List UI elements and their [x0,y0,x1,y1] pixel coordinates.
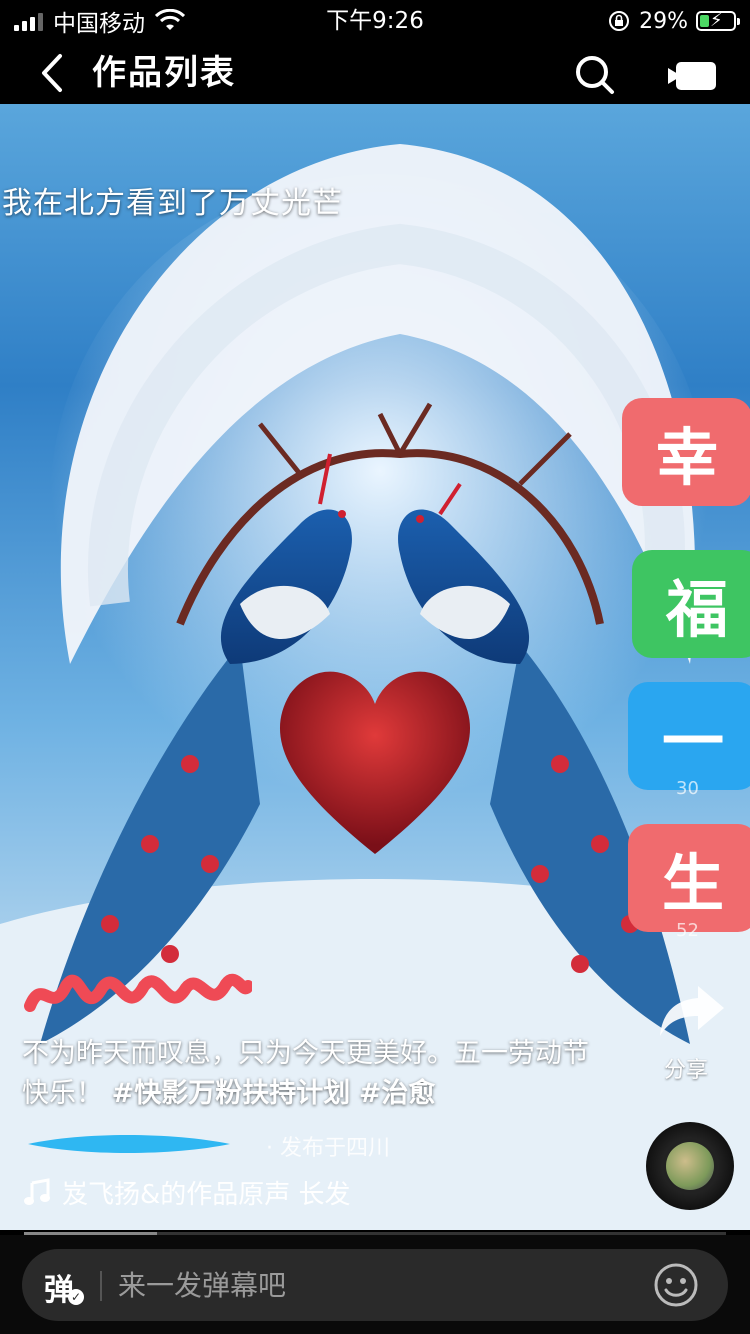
status-bar: 中国移动 下午9:26 29% ⚡ [0,0,750,42]
post-description: 不为昨天而叹息，只为今天更美好。五一劳动节快乐！ #快影万粉扶持计划 #治愈 [22,1034,602,1114]
video-player[interactable]: 我在北方看到了万丈光芒 幸 福 一 30 生 52 分享 不为昨天而叹息，只为今… [0,104,750,1230]
publish-location: · 发布于四川 [266,1136,390,1161]
fu-button-4[interactable]: 生 [628,824,750,932]
hashtag-2[interactable]: #治愈 [359,1078,436,1109]
rotation-lock-icon [609,11,630,31]
camera-icon[interactable] [666,60,718,92]
battery-fill [700,15,710,27]
share-label: 分享 [664,1058,709,1083]
share-icon[interactable] [658,982,728,1040]
bottom-bar: 弹 ✓ [0,1235,750,1334]
divider [100,1271,102,1301]
fu-button-1[interactable]: 幸 [622,398,750,506]
redacted-date-scribble [28,1135,230,1153]
battery-percent: 29% [639,8,688,34]
ghost-count-2: 52 [676,920,699,941]
post-meta: · 发布于四川 [22,1124,422,1164]
charging-icon: ⚡ [710,10,723,31]
back-icon[interactable] [30,50,74,96]
status-right: 29% ⚡ [607,6,740,36]
danmu-check-icon: ✓ [68,1289,84,1305]
fu-button-2[interactable]: 福 [632,550,750,658]
nav-bar: 作品列表 [0,42,750,104]
redacted-author-scribble [24,973,252,1012]
music-disc-icon[interactable] [646,1122,734,1210]
danmu-input[interactable] [118,1263,618,1307]
music-title: 岌飞扬&的作品原声 长发 [62,1179,351,1210]
fu-button-3[interactable]: 一 [628,682,750,790]
music-cover [666,1142,714,1190]
author-name[interactable] [22,966,252,1026]
music-note-icon [24,1178,50,1205]
hashtag-1[interactable]: #快影万粉扶持计划 [112,1078,351,1109]
ghost-count-1: 30 [676,778,699,799]
video-overlay-text: 我在北方看到了万丈光芒 [2,186,343,221]
battery-icon: ⚡ [696,10,740,31]
page-title: 作品列表 [92,53,236,93]
emoji-icon[interactable] [652,1261,700,1309]
music-info[interactable]: 岌飞扬&的作品原声 长发 [22,1172,582,1212]
search-icon[interactable] [574,54,616,96]
danmu-input-box[interactable]: 弹 ✓ [22,1249,728,1321]
